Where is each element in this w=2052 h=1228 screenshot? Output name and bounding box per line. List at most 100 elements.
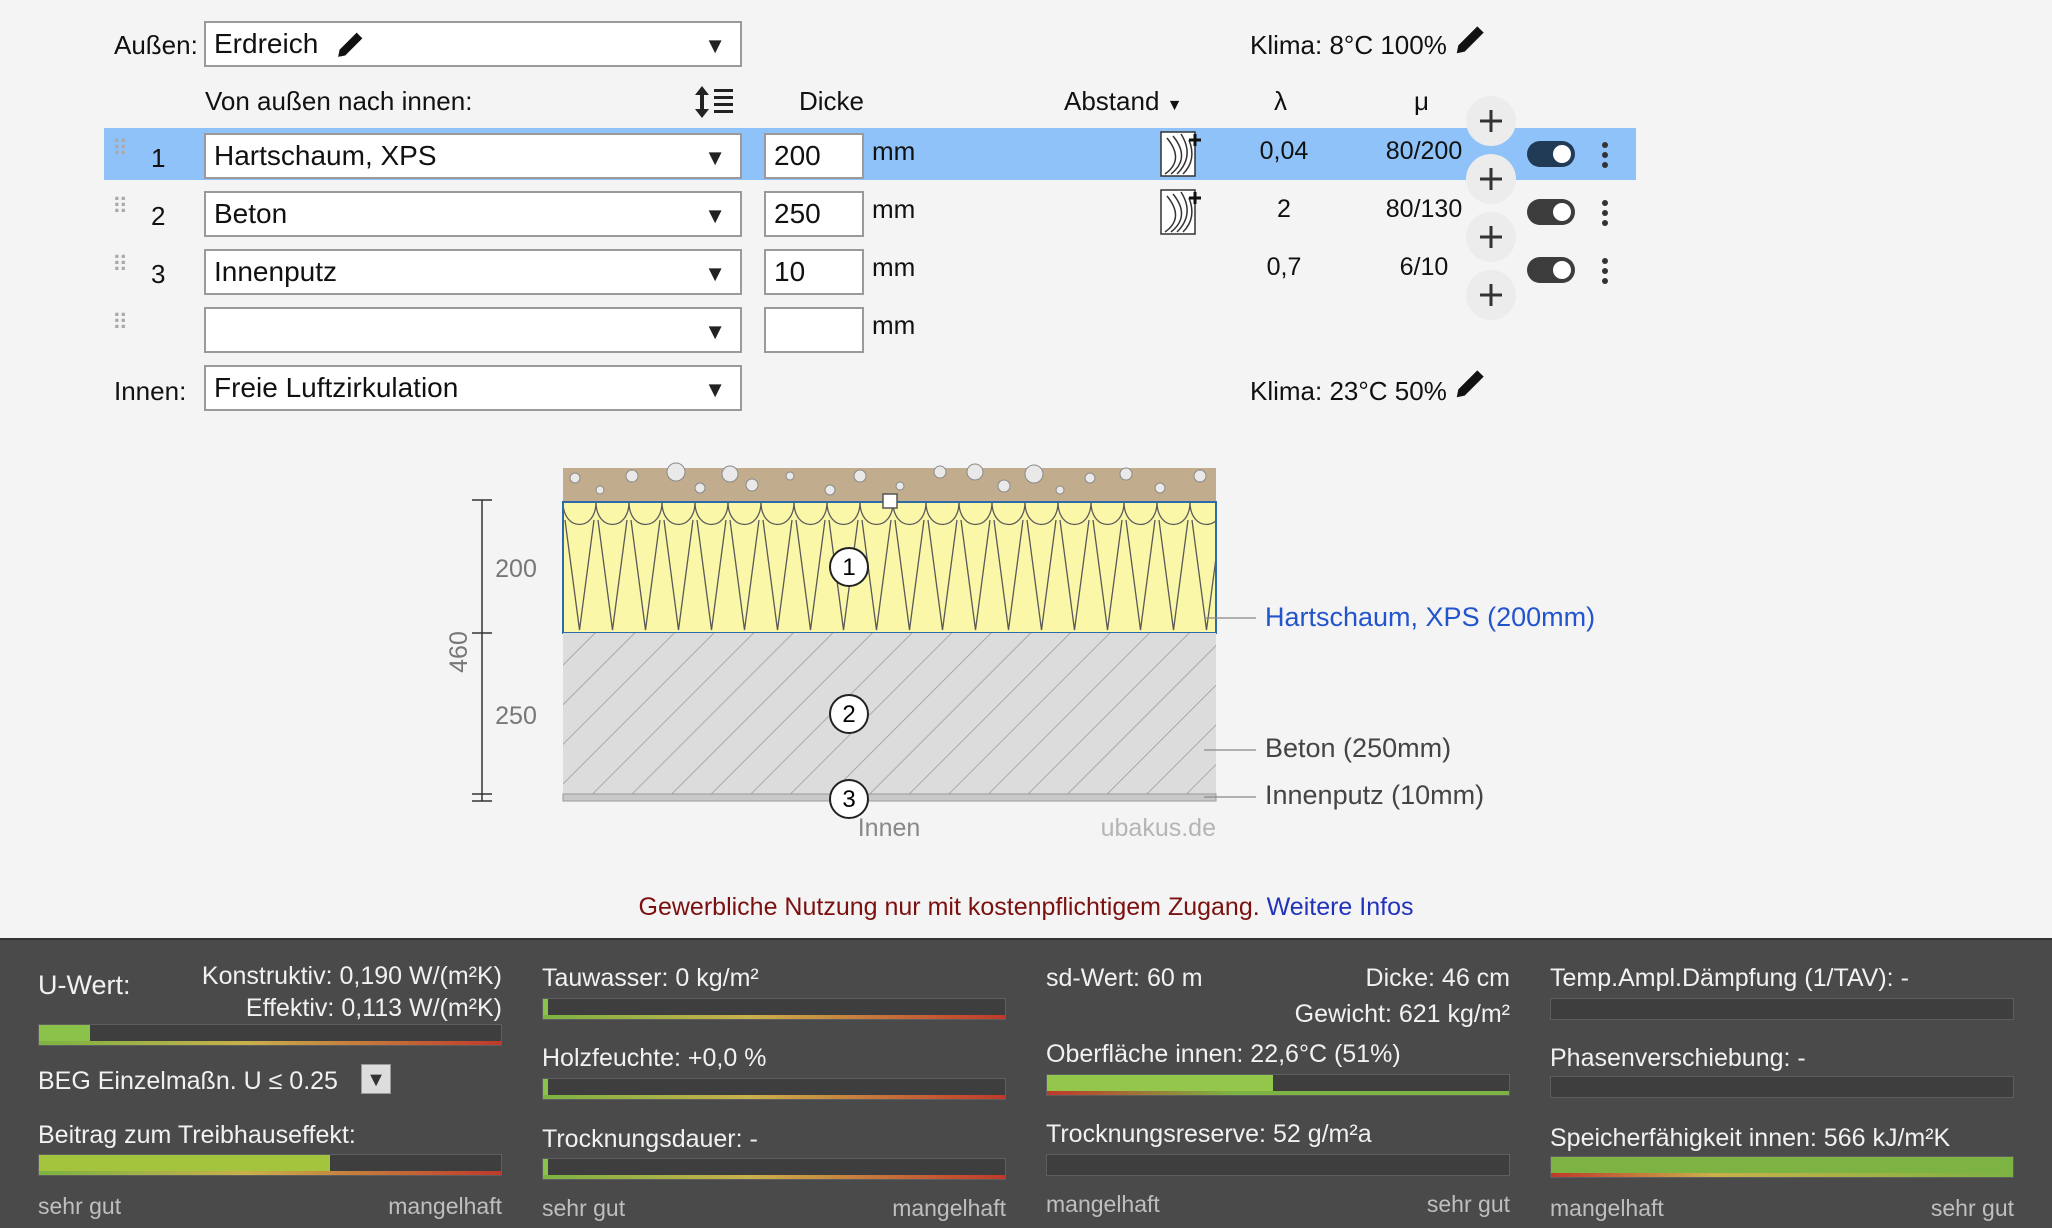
sort-layers-icon[interactable] [693,84,735,120]
insert-layer-button[interactable] [1466,96,1516,146]
outer-condition-select[interactable]: Erdreich ▼ [204,21,742,67]
plaster-layer [562,793,1217,802]
order-header: Von außen nach innen: [205,86,473,116]
inner-condition-value: Freie Luftzirkulation [214,372,459,403]
trocknungsdauer-label: Trocknungsdauer: - [542,1125,758,1153]
uwert-bar [38,1024,502,1046]
callout-xps[interactable]: Hartschaum, XPS (200mm) [1265,602,1595,632]
unit-label: mm [872,252,916,282]
uwert-konstruktiv: Konstruktiv: 0,190 W/(m²K) [201,962,502,990]
plus-icon [1480,226,1502,248]
tauwasser-bar [542,998,1006,1020]
layer-toggle[interactable] [1527,199,1575,225]
layer-toggle[interactable] [1527,141,1575,167]
thickness-value: Dicke: 46 cm [1365,964,1510,992]
trocknungsreserve-bar [1046,1154,1510,1176]
scale-good-label: sehr gut [1426,1191,1510,1217]
speicher-bar [1550,1156,2014,1178]
chevron-down-icon: ▼ [704,377,726,402]
sd-value: sd-Wert: 60 m [1046,964,1203,992]
tav-label: Temp.Ampl.Dämpfung (1/TAV): - [1550,964,1909,992]
chevron-down-icon: ▼ [704,33,726,58]
watermark: ubakus.de [1101,814,1216,842]
insert-layer-button[interactable] [1466,212,1516,262]
drag-handle-icon[interactable]: ⠿ [112,196,128,218]
uwert-effektiv: Effektiv: 0,113 W/(m²K) [245,994,502,1022]
insert-layer-button[interactable] [1466,270,1516,320]
unit-label: mm [872,310,916,340]
tauwasser-label: Tauwasser: 0 kg/m² [542,964,759,992]
outer-condition-value: Erdreich [214,28,319,59]
drag-handle-icon[interactable]: ⠿ [112,254,128,276]
holzfeuchte-bar [542,1078,1006,1100]
layer-toggle[interactable] [1527,257,1575,283]
edit-inner-klima-pencil-icon[interactable] [1452,364,1490,402]
more-icon[interactable] [1602,142,1608,172]
drag-handle-icon[interactable]: ⠿ [112,312,128,334]
drag-handle-icon[interactable]: ⠿ [112,138,128,160]
callout-concrete[interactable]: Beton (250mm) [1265,733,1451,763]
chevron-down-icon: ▼ [704,145,726,170]
wood-spacing-icon[interactable] [1159,130,1203,178]
new-layer-thickness-input[interactable] [764,307,864,353]
notice-text: Gewerbliche Nutzung nur mit kostenpflich… [638,893,1260,921]
layer-material-select[interactable]: Beton ▼ [204,191,742,237]
spacing-header[interactable]: Abstand ▼ [1064,86,1182,117]
uwert-label: U-Wert: [38,970,131,1000]
new-layer-material-select[interactable]: ▼ [204,307,742,353]
trocknungsreserve-label: Trocknungsreserve: 52 g/m²a [1046,1120,1372,1148]
spacing-header-label: Abstand [1064,86,1160,116]
unit-label: mm [872,136,916,166]
layer-marker-1: 1 [842,554,855,581]
phase-label: Phasenverschiebung: - [1550,1044,1806,1072]
lambda-header: λ [1274,86,1287,116]
layer-thickness-input[interactable]: 250 [764,191,864,237]
pencil-icon[interactable] [334,27,368,61]
more-info-link[interactable]: Weitere Infos [1267,893,1414,921]
inner-condition-select[interactable]: Freie Luftzirkulation ▼ [204,365,742,411]
mu-header: μ [1414,86,1429,116]
commercial-notice: Gewerbliche Nutzung nur mit kostenpflich… [0,893,2052,922]
wood-spacing-icon[interactable] [1159,188,1203,236]
dim-label-total: 460 [445,631,473,673]
trocknungsdauer-bar [542,1158,1006,1180]
layer-number: 1 [151,143,166,173]
treibhaus-bar [38,1154,502,1176]
more-icon[interactable] [1602,200,1608,230]
edit-outer-klima-pencil-icon[interactable] [1452,20,1490,58]
weight-value: Gewicht: 621 kg/m² [1294,1000,1510,1028]
layer-material-select[interactable]: Hartschaum, XPS ▼ [204,133,742,179]
layer-material-value: Innenputz [214,256,337,287]
plus-icon [1480,110,1502,132]
layer-lambda: 0,04 [1259,137,1309,165]
layer-thickness-input[interactable]: 10 [764,249,864,295]
layer-material-value: Hartschaum, XPS [214,140,437,171]
plus-icon [1480,168,1502,190]
insert-layer-button[interactable] [1466,154,1516,204]
layer-material-select[interactable]: Innenputz ▼ [204,249,742,295]
layer-mu: 6/10 [1399,253,1449,281]
more-icon[interactable] [1602,258,1608,288]
oberflaeche-label: Oberfläche innen: 22,6°C (51%) [1046,1040,1401,1068]
caret-down-icon: ▼ [1166,97,1183,114]
phase-bar [1550,1076,2014,1098]
dimension-lines [472,499,492,802]
layer-marker-2: 2 [842,701,855,728]
layer-handle[interactable] [882,493,898,509]
beg-dropdown-button[interactable]: ▼ [361,1064,391,1094]
chevron-down-icon: ▼ [704,261,726,286]
scale-bad-label: mangelhaft [388,1193,502,1219]
dim-label-2: 250 [495,702,537,730]
outer-klima: Klima: 8°C 100% [1250,30,1447,60]
callout-plaster[interactable]: Innenputz (10mm) [1265,780,1484,810]
layer-marker-3: 3 [842,786,855,813]
thickness-header: Dicke [799,86,865,116]
concrete-layer [563,633,1216,794]
treibhaus-label: Beitrag zum Treibhauseffekt: [38,1121,356,1149]
scale-good-label: sehr gut [1930,1195,2014,1221]
layer-lambda: 2 [1277,195,1291,223]
inside-label: Innen [858,814,921,842]
chevron-down-icon: ▼ [704,203,726,228]
tav-bar [1550,998,2014,1020]
layer-thickness-input[interactable]: 200 [764,133,864,179]
